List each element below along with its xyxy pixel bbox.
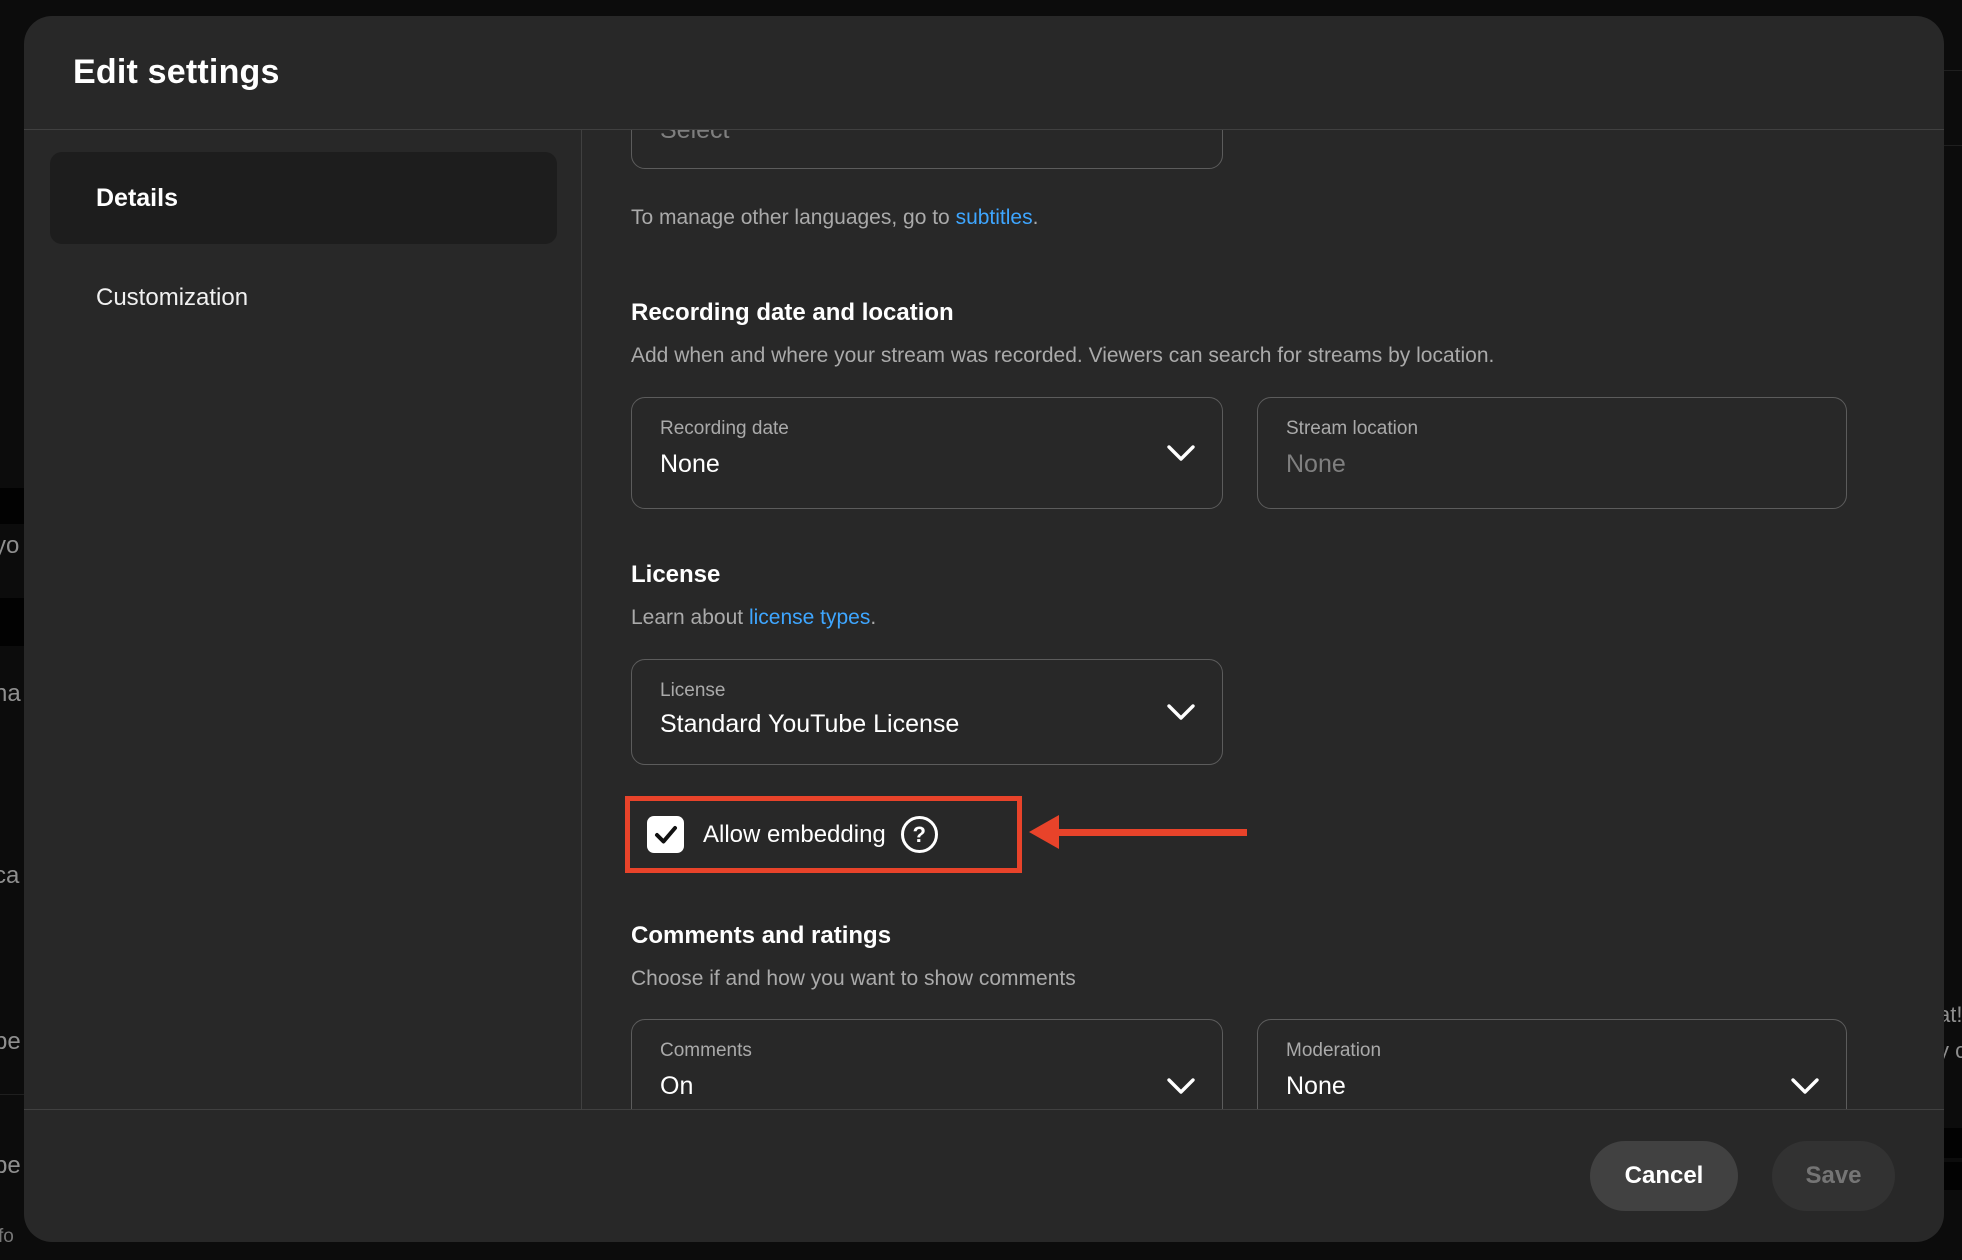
video-language-value: Select <box>660 130 729 145</box>
moderation-dropdown[interactable]: Moderation None <box>1257 1019 1847 1109</box>
license-types-link[interactable]: license types <box>749 606 870 629</box>
backdrop-line <box>1944 70 1962 71</box>
allow-embedding-label: Allow embedding <box>703 821 886 849</box>
backdrop-band <box>0 488 24 524</box>
comments-section-heading: Comments and ratings <box>631 922 891 950</box>
dialog-sidebar: Details Customization <box>24 130 582 1109</box>
backdrop-band <box>1944 1162 1962 1190</box>
stream-location-placeholder: None <box>1286 450 1346 479</box>
moderation-value: None <box>1286 1072 1346 1101</box>
comments-label: Comments <box>660 1040 752 1062</box>
backdrop-text-fragment: yo <box>0 532 19 560</box>
stream-location-label: Stream location <box>1286 418 1418 440</box>
dialog-title: Edit settings <box>73 53 280 92</box>
recording-date-label: Recording date <box>660 418 789 440</box>
license-note-text: Learn about <box>631 606 749 629</box>
subtitles-note-text: To manage other languages, go to <box>631 206 956 229</box>
stream-location-field[interactable]: Stream location None <box>1257 397 1847 509</box>
recording-section-heading: Recording date and location <box>631 299 954 327</box>
license-value: Standard YouTube License <box>660 710 959 739</box>
allow-embedding-highlight-box: Allow embedding ? <box>625 796 1022 873</box>
cancel-button[interactable]: Cancel <box>1590 1141 1738 1211</box>
help-icon[interactable]: ? <box>901 816 938 853</box>
annotation-arrow-shaft <box>1055 829 1247 836</box>
backdrop-band <box>1944 1128 1962 1158</box>
sidebar-item-label: Customization <box>96 284 248 312</box>
recording-date-value: None <box>660 450 720 479</box>
license-label: License <box>660 680 726 702</box>
chevron-down-icon <box>1790 1077 1820 1095</box>
license-section-heading: License <box>631 561 720 589</box>
dialog-header: Edit settings <box>24 16 1944 130</box>
checkmark-icon <box>653 822 679 848</box>
sidebar-item-details[interactable]: Details <box>50 152 557 244</box>
moderation-label: Moderation <box>1286 1040 1381 1062</box>
recording-section-description: Add when and where your stream was recor… <box>631 344 1494 368</box>
subtitles-link[interactable]: subtitles <box>956 206 1033 229</box>
backdrop-text-fragment: pe <box>0 1028 21 1056</box>
dialog-main: Details Customization Select To manage o… <box>24 130 1944 1109</box>
comments-dropdown[interactable]: Comments On <box>631 1019 1223 1109</box>
backdrop-text-fragment: fo <box>0 1226 14 1248</box>
backdrop-line <box>0 1094 24 1095</box>
backdrop-text-fragment: na <box>0 680 21 708</box>
recording-date-dropdown[interactable]: Recording date None <box>631 397 1223 509</box>
chevron-down-icon <box>1166 1077 1196 1095</box>
dialog-footer: Cancel Save <box>24 1109 1944 1242</box>
save-button[interactable]: Save <box>1772 1141 1895 1211</box>
license-dropdown[interactable]: License Standard YouTube License <box>631 659 1223 765</box>
license-note: Learn about license types. <box>631 606 876 630</box>
backdrop-line <box>1944 145 1962 146</box>
comments-value: On <box>660 1072 693 1101</box>
allow-embedding-checkbox[interactable] <box>647 816 684 853</box>
video-language-select[interactable]: Select <box>631 130 1223 169</box>
subtitles-note-period: . <box>1033 206 1039 229</box>
license-note-period: . <box>870 606 876 629</box>
subtitles-note: To manage other languages, go to subtitl… <box>631 206 1038 230</box>
backdrop-text-fragment: ca <box>0 862 19 890</box>
comments-section-description: Choose if and how you want to show comme… <box>631 967 1076 991</box>
edit-settings-dialog: Edit settings Details Customization Sele… <box>24 16 1944 1242</box>
backdrop-text-fragment: pe <box>0 1152 21 1180</box>
sidebar-item-customization[interactable]: Customization <box>24 268 581 328</box>
settings-scroll-area[interactable]: Select To manage other languages, go to … <box>582 130 1944 1109</box>
annotation-arrow <box>1029 815 1247 849</box>
chevron-down-icon <box>1166 703 1196 721</box>
backdrop-band <box>0 598 24 646</box>
sidebar-item-label: Details <box>96 184 178 213</box>
chevron-down-icon <box>1166 444 1196 462</box>
